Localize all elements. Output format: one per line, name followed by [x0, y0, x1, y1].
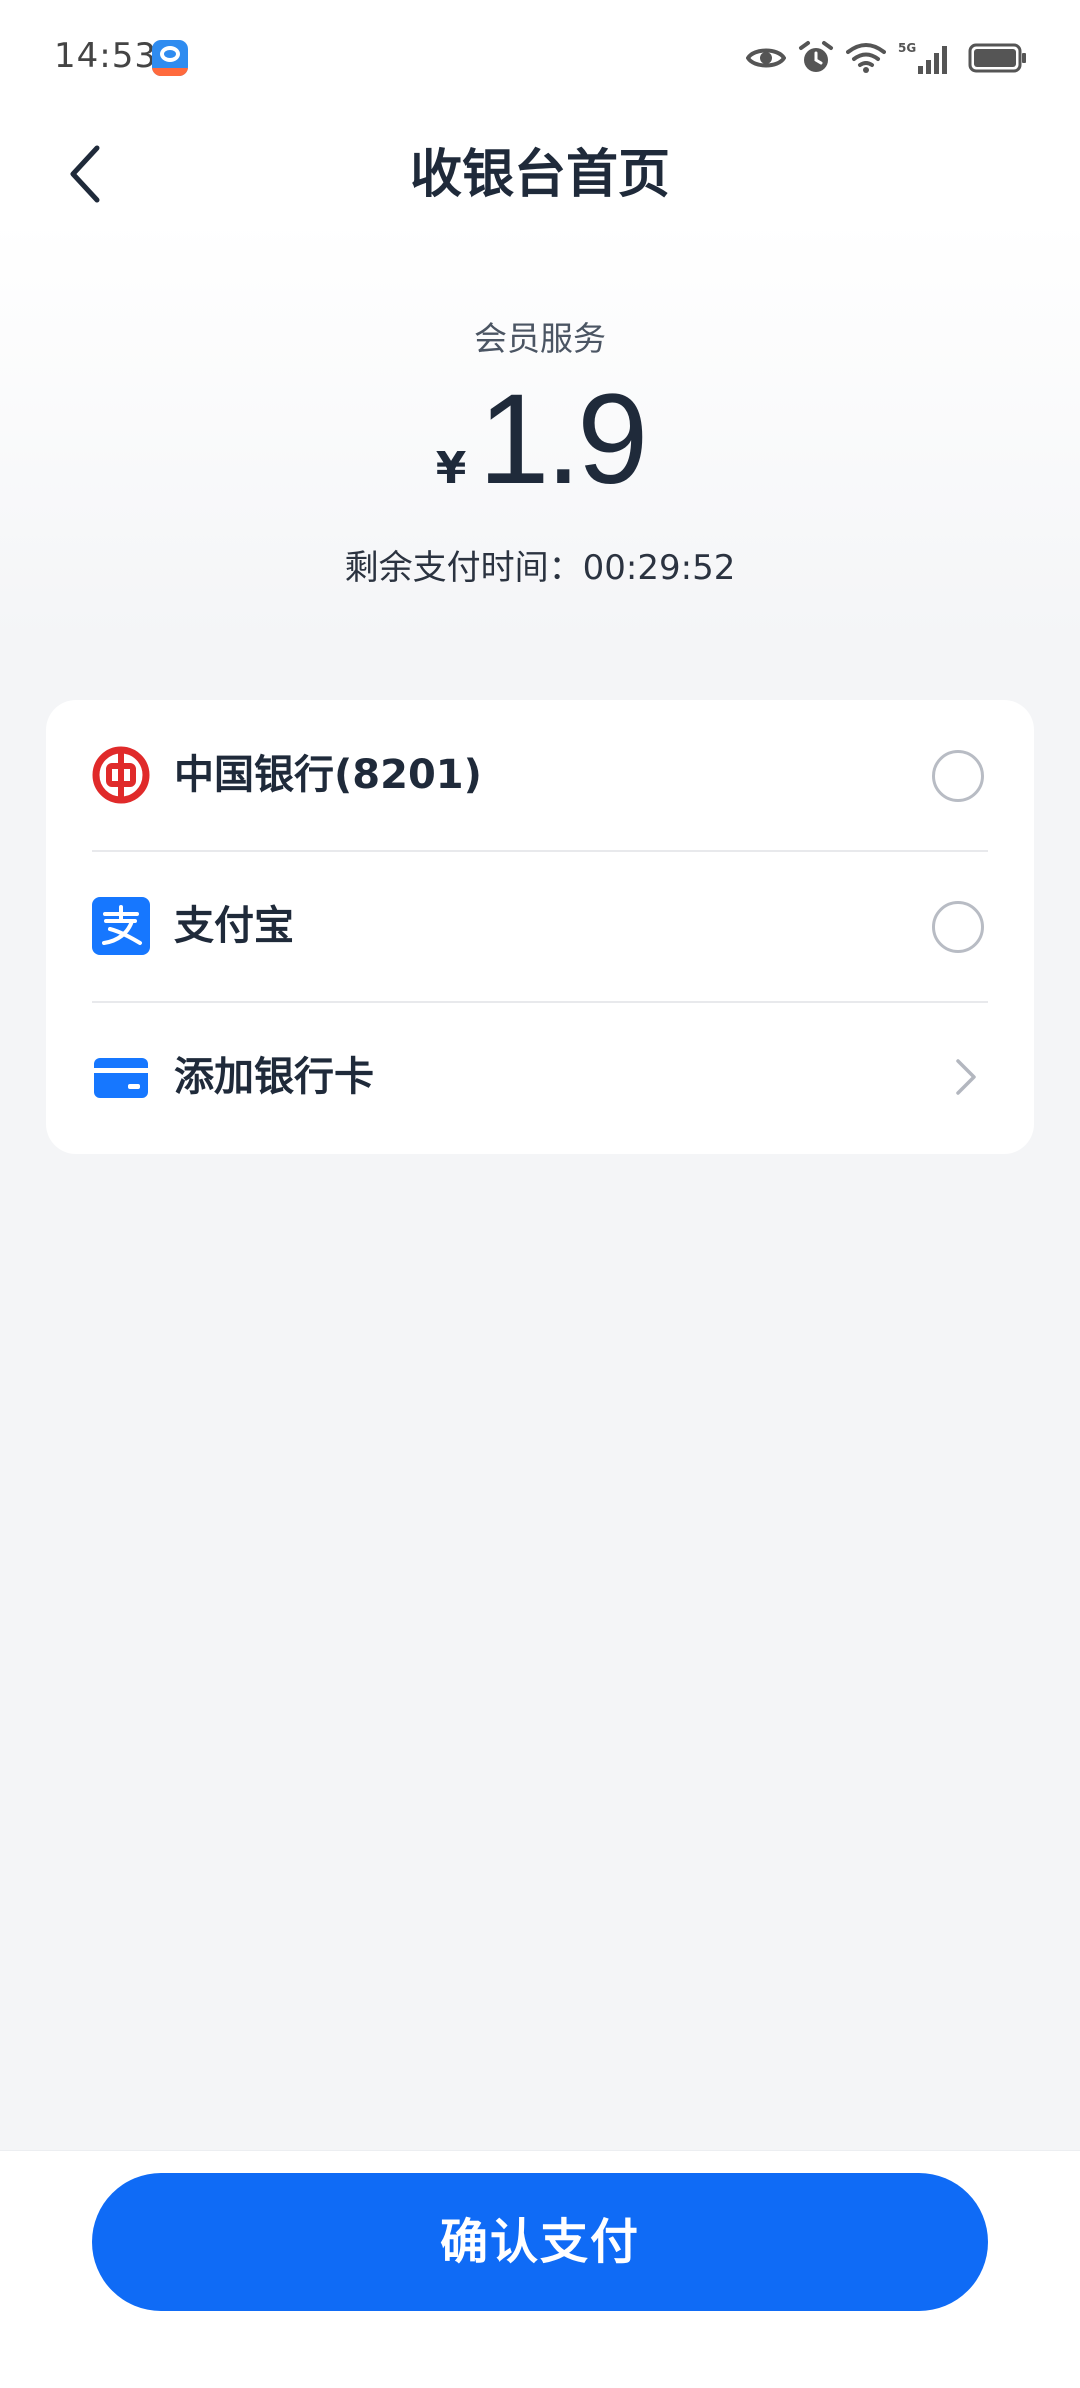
app-notification-icon [152, 40, 188, 76]
cashier-screen: 14:53 5G 收银台首页 会员服务 ¥ 1.9 剩余支付时间：00:29:5… [0, 0, 1080, 2388]
nav-bar: 收银台首页 [0, 120, 1080, 230]
amount-row: ¥ 1.9 [0, 366, 1080, 511]
battery-icon [968, 43, 1026, 73]
currency-symbol: ¥ [435, 443, 467, 494]
service-label: 会员服务 [474, 319, 606, 358]
confirm-payment-button[interactable]: 确认支付 [92, 2173, 988, 2311]
radio-button[interactable] [932, 750, 984, 802]
chevron-right-icon [956, 1059, 976, 1095]
status-bar: 14:53 5G [0, 0, 1080, 120]
chevron-left-icon [70, 145, 100, 203]
eye-icon [746, 48, 786, 68]
bottom-action-bar: 确认支付 [0, 2150, 1080, 2388]
bank-card-icon [92, 1048, 150, 1106]
page-title: 收银台首页 [409, 145, 670, 205]
network-label: 5G [898, 41, 916, 55]
5g-signal-icon: 5G [898, 41, 947, 74]
bank-of-china-icon [92, 746, 150, 804]
payment-option-boc[interactable]: 中国银行(8201) [46, 700, 1034, 851]
back-button[interactable] [50, 124, 120, 224]
add-bank-card[interactable]: 添加银行卡 [46, 1002, 1034, 1153]
payment-amount: 1.9 [478, 368, 648, 511]
payment-countdown: 剩余支付时间：00:29:52 [344, 548, 736, 588]
wifi-icon [846, 43, 886, 73]
payment-option-label: 添加银行卡 [174, 1054, 374, 1100]
status-icons: 5G [746, 38, 1028, 78]
alarm-icon [799, 41, 833, 72]
alipay-icon [92, 897, 150, 955]
payment-option-alipay[interactable]: 支付宝 [46, 851, 1034, 1002]
payment-option-label: 支付宝 [174, 903, 294, 949]
payment-methods-card: 中国银行(8201) 支付宝 添加银行卡 [46, 700, 1034, 1154]
payment-option-label: 中国银行(8201) [174, 752, 482, 798]
radio-button[interactable] [932, 901, 984, 953]
status-time: 14:53 [54, 36, 157, 76]
